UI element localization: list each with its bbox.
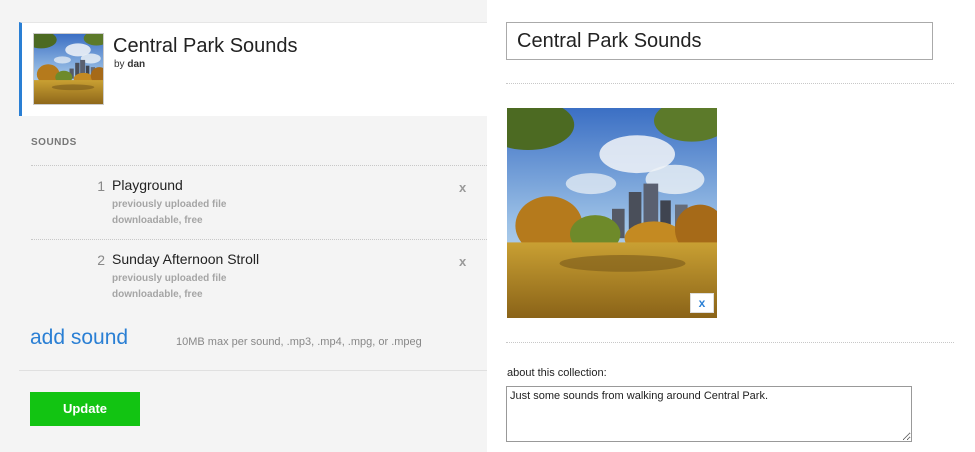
collection-panel: Central Park Sounds by dan SOUNDS 1 Play… <box>0 0 487 452</box>
central-park-thumbnail-image <box>34 34 103 104</box>
sound-status: previously uploaded file <box>112 199 227 210</box>
collection-title: Central Park Sounds <box>113 35 298 57</box>
sound-title: Playground <box>112 177 183 193</box>
sound-status: previously uploaded file <box>112 273 227 284</box>
update-button[interactable]: Update <box>30 392 140 426</box>
remove-image-button[interactable]: x <box>690 293 714 313</box>
central-park-cover-image <box>507 108 717 318</box>
sounds-heading: SOUNDS <box>31 137 77 148</box>
add-sound-link[interactable]: add sound <box>30 326 128 350</box>
by-prefix: by <box>114 59 125 70</box>
sound-row: 1 Playground previously uploaded file do… <box>31 166 487 240</box>
remove-sound-button[interactable]: x <box>459 180 466 195</box>
collection-thumbnail <box>33 33 104 105</box>
divider <box>19 370 487 371</box>
about-label: about this collection: <box>507 367 607 379</box>
remove-sound-button[interactable]: x <box>459 254 466 269</box>
sound-license: downloadable, free <box>112 215 203 226</box>
collection-card: Central Park Sounds by dan <box>19 22 487 116</box>
collection-author: by dan <box>114 59 145 70</box>
sound-number: 2 <box>97 252 105 268</box>
divider <box>506 83 954 84</box>
sound-row: 2 Sunday Afternoon Stroll previously upl… <box>31 240 487 314</box>
divider <box>506 342 954 343</box>
collection-title-input[interactable] <box>506 22 933 60</box>
sound-number: 1 <box>97 178 105 194</box>
about-textarea[interactable]: Just some sounds from walking around Cen… <box>506 386 912 442</box>
upload-limits-text: 10MB max per sound, .mp3, .mp4, .mpg, or… <box>176 336 422 348</box>
sound-title: Sunday Afternoon Stroll <box>112 251 260 267</box>
author-name[interactable]: dan <box>127 59 145 70</box>
cover-image <box>507 108 717 318</box>
sound-license: downloadable, free <box>112 289 203 300</box>
